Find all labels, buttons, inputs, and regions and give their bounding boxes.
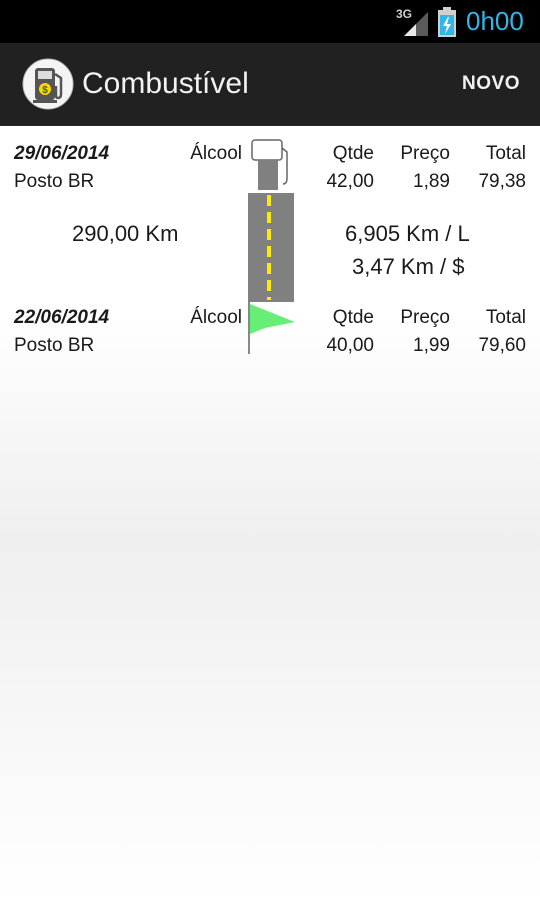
- status-bar: 3G 0h00: [0, 0, 540, 43]
- entry-qty: 42,00: [326, 171, 374, 192]
- total-header: Total: [485, 307, 526, 328]
- entry-price: 1,99: [413, 335, 450, 356]
- signal-icon: [404, 12, 428, 36]
- action-bar: $ Combustível NOVO: [0, 43, 540, 126]
- entry-station: Posto BR: [14, 171, 95, 192]
- fuel-pump-icon: [251, 139, 288, 190]
- entry-total: 79,60: [478, 335, 526, 356]
- price-header: Preço: [400, 143, 450, 164]
- entry-price: 1,89: [413, 171, 450, 192]
- trip-km-per-liter: 6,905 Km / L: [345, 221, 470, 246]
- svg-text:$: $: [42, 85, 48, 96]
- entry-date: 29/06/2014: [14, 143, 110, 164]
- entry-total: 79,38: [478, 171, 526, 192]
- trip-distance: 290,00 Km: [72, 221, 179, 246]
- flag-icon: [248, 302, 295, 354]
- app-title: Combustível: [82, 67, 249, 100]
- qty-header: Qtde: [332, 143, 374, 164]
- new-button[interactable]: NOVO: [462, 73, 520, 95]
- qty-header: Qtde: [332, 307, 374, 328]
- status-clock: 0h00: [466, 6, 524, 36]
- entry-qty: 40,00: [326, 335, 374, 356]
- entry-date: 22/06/2014: [14, 307, 110, 328]
- fuel-pump-icon[interactable]: $: [22, 58, 74, 110]
- trip-km-per-currency: 3,47 Km / $: [352, 254, 465, 279]
- entry-fuel-type: Álcool: [190, 307, 242, 328]
- road-icon: [248, 193, 294, 302]
- battery-charging-icon: [438, 7, 456, 37]
- entry-fuel-type: Álcool: [190, 143, 242, 164]
- entry-station: Posto BR: [14, 335, 95, 356]
- total-header: Total: [485, 143, 526, 164]
- price-header: Preço: [400, 307, 450, 328]
